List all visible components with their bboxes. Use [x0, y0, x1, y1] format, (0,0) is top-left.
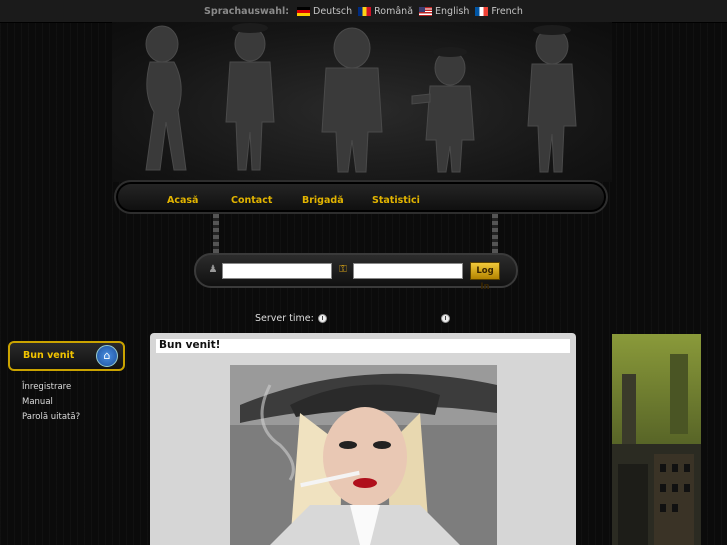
login-button[interactable]: Log In: [470, 262, 500, 292]
welcome-panel: Bun venit ⌂: [8, 341, 125, 371]
main-content: Bun venit!: [150, 333, 576, 545]
server-time-label: Server time:: [255, 313, 314, 324]
hero-banner: [112, 22, 612, 182]
chain-decoration-right: [492, 214, 498, 254]
sidebar-links: Înregistrare Manual Parolă uitată?: [22, 380, 80, 425]
password-input[interactable]: [353, 263, 463, 279]
content-title-bar: Bun venit!: [156, 339, 570, 353]
language-option-romana[interactable]: Română: [358, 6, 413, 17]
language-label: Sprachauswahl:: [204, 5, 290, 17]
language-option-french[interactable]: French: [475, 6, 523, 17]
usa-flag-icon: [419, 6, 433, 16]
username-input[interactable]: [222, 263, 332, 279]
login-form: ♟ ⚿ Log In: [194, 253, 518, 292]
clock-icon: [317, 314, 327, 323]
language-option-english[interactable]: English: [419, 6, 469, 17]
calendar-clock-icon: [440, 314, 450, 323]
language-option-deutsch[interactable]: Deutsch: [297, 6, 352, 17]
home-icon[interactable]: ⌂: [96, 345, 118, 367]
gangster-characters-illustration: [145, 23, 577, 173]
nav-statistics[interactable]: Statistici: [372, 195, 420, 206]
user-icon: ♟: [208, 264, 218, 275]
romania-flag-icon: [358, 6, 372, 16]
main-navigation: Acasă Contact Brigadă Statistici: [114, 180, 608, 214]
france-flag-icon: [475, 6, 489, 16]
server-time: Server time:: [255, 313, 454, 324]
register-link[interactable]: Înregistrare: [22, 380, 80, 395]
welcome-heading: Bun venit: [23, 350, 75, 361]
content-title: Bun venit!: [159, 339, 221, 351]
forgot-password-link[interactable]: Parolă uitată?: [22, 410, 80, 425]
nav-contact[interactable]: Contact: [231, 195, 272, 206]
nav-brigade[interactable]: Brigadă: [302, 195, 344, 206]
nav-home[interactable]: Acasă: [167, 195, 198, 206]
manual-link[interactable]: Manual: [22, 395, 80, 410]
germany-flag-icon: [297, 6, 311, 16]
femme-fatale-portrait-image: [230, 365, 497, 545]
chain-decoration-left: [213, 214, 219, 254]
key-icon: ⚿: [339, 264, 347, 275]
language-bar: Sprachauswahl: Deutsch Română English Fr…: [0, 0, 727, 23]
city-ruins-image: [612, 334, 701, 545]
